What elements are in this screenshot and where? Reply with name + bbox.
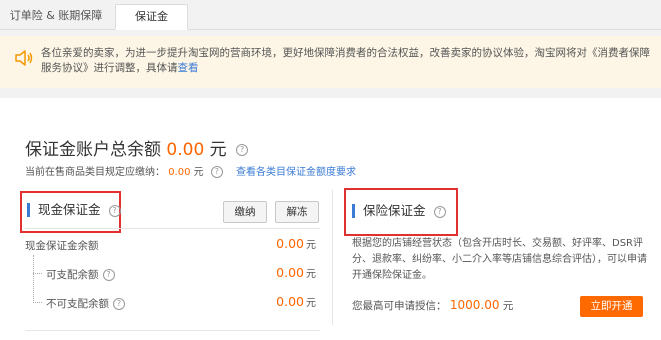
- credit-quota: 您最高可申请授信： 1000.00 元: [352, 298, 513, 313]
- credit-quota-label: 您最高可申请授信：: [352, 300, 447, 312]
- total-balance-unit: 元: [209, 140, 227, 160]
- help-icon[interactable]: ?: [102, 269, 115, 281]
- page-title: 保证金账户总余额 0.00 元 ?: [25, 135, 249, 160]
- unavailable-balance-unit: 元: [306, 298, 316, 309]
- notice-banner: 各位亲爱的卖家，为进一步提升淘宝网的营商环境，更好地保障消费者的合法权益，改善卖…: [0, 36, 661, 88]
- open-now-button[interactable]: 立即开通: [580, 296, 643, 317]
- available-balance-value: 0.00 元: [276, 265, 316, 280]
- cash-deposit-title-text: 现金保证金: [38, 202, 101, 217]
- tree-connector: [33, 255, 35, 303]
- total-balance-amount: 0.00: [166, 140, 205, 160]
- help-icon[interactable]: ?: [210, 166, 223, 178]
- notice-text-block: 各位亲爱的卖家，为进一步提升淘宝网的营商环境，更好地保障消费者的合法权益，改善卖…: [41, 46, 651, 76]
- unavailable-balance-value: 0.00 元: [276, 294, 316, 309]
- notice-text: 各位亲爱的卖家，为进一步提升淘宝网的营商环境，更好地保障消费者的合法权益，改善卖…: [41, 47, 650, 74]
- insurance-description: 根据您的店铺经营状态（包含开店时长、交易额、好评率、DSR评分、退款率、纠纷率、…: [352, 238, 647, 281]
- unavailable-balance-amount: 0.00: [276, 294, 304, 309]
- unavailable-balance-label: 不可支配余额?: [46, 296, 125, 311]
- tab-bar: 订单险 & 账期保障 保证金: [0, 0, 661, 30]
- cash-balance-unit: 元: [306, 240, 316, 251]
- cash-balance-amount: 0.00: [276, 236, 304, 251]
- required-deposit-unit: 元: [193, 167, 204, 178]
- available-balance-label: 可支配余额?: [46, 267, 115, 282]
- unavailable-balance-label-text: 不可支配余额: [46, 298, 109, 310]
- credit-quota-unit: 元: [502, 300, 514, 312]
- credit-quota-amount: 1000.00: [449, 298, 500, 312]
- tab-order-insurance[interactable]: 订单险 & 账期保障: [7, 4, 105, 28]
- insurance-deposit-title: 保险保证金 ?: [352, 204, 446, 218]
- insurance-deposit-title-text: 保险保证金: [363, 203, 426, 218]
- category-requirements-link[interactable]: 查看各类目保证金额度要求: [236, 167, 356, 178]
- speaker-icon: [15, 50, 33, 66]
- help-icon[interactable]: ?: [433, 205, 446, 218]
- unfreeze-button[interactable]: 解冻: [275, 201, 319, 223]
- cash-balance-value: 0.00 元: [276, 236, 316, 251]
- cash-deposit-title: 现金保证金 ?: [27, 203, 121, 217]
- required-deposit-label: 当前在售商品类目规定应缴纳：: [25, 167, 165, 178]
- required-deposit-amount: 0.00: [168, 167, 191, 178]
- tree-connector: [33, 273, 42, 274]
- available-balance-label-text: 可支配余额: [46, 269, 99, 281]
- help-icon[interactable]: ?: [108, 204, 121, 217]
- cash-balance-label: 现金保证金余额: [25, 240, 99, 252]
- required-deposit-line: 当前在售商品类目规定应缴纳： 0.00 元 ? 查看各类目保证金额度要求: [25, 163, 356, 178]
- cash-divider: [25, 228, 320, 229]
- available-balance-amount: 0.00: [276, 265, 304, 280]
- total-balance-label: 保证金账户总余额: [25, 140, 161, 160]
- pay-button[interactable]: 缴纳: [223, 201, 267, 223]
- tab-deposit[interactable]: 保证金: [115, 4, 188, 30]
- cash-bottom-divider: [25, 330, 320, 331]
- tree-connector: [33, 302, 42, 303]
- help-icon[interactable]: ?: [113, 298, 125, 310]
- available-balance-unit: 元: [306, 269, 316, 280]
- help-icon[interactable]: ?: [236, 144, 249, 156]
- section-divider: [332, 190, 333, 325]
- notice-view-link[interactable]: 查看: [178, 62, 199, 74]
